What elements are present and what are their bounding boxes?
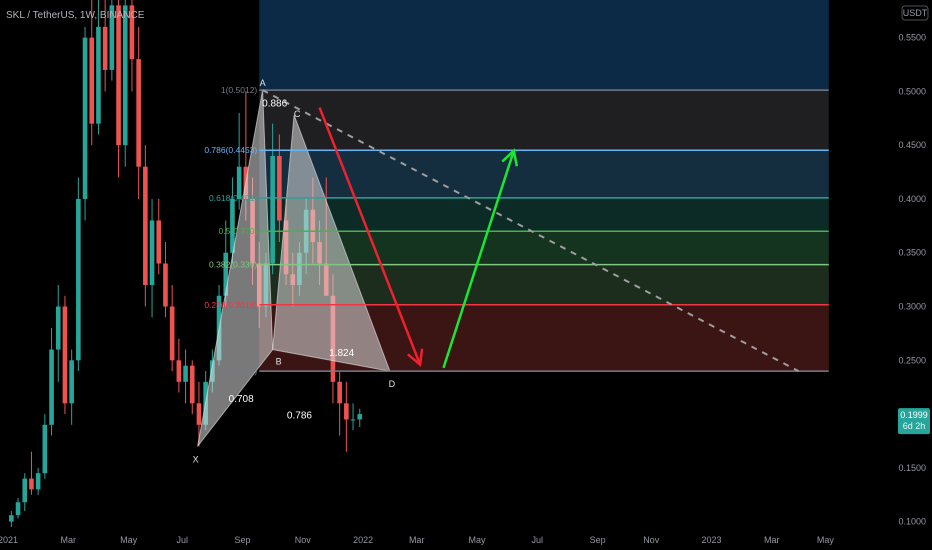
fib-level-label: 0.5(0.370) <box>219 226 258 236</box>
candle-body <box>357 414 363 420</box>
x-tick-label: Sep <box>590 535 606 545</box>
harmonic-point-label: C <box>294 109 301 119</box>
x-tick-label: 2023 <box>701 535 721 545</box>
y-tick-label: 0.1000 <box>898 517 926 527</box>
candle-body <box>169 306 175 361</box>
candle-body <box>35 473 41 490</box>
candle-body <box>116 5 121 146</box>
candle-body <box>176 360 182 382</box>
y-tick-label: 0.5000 <box>898 86 926 96</box>
fib-level-label: 1(0.5012) <box>221 85 258 95</box>
x-tick-label: Sep <box>234 535 250 545</box>
fib-zone <box>259 0 829 91</box>
y-tick-label: 0.4000 <box>898 194 926 204</box>
x-tick-label: May <box>120 535 138 545</box>
fib-zone <box>259 90 829 151</box>
candle-body <box>189 365 195 404</box>
candle-body <box>15 502 21 516</box>
ratio-label: 0.708 <box>229 394 254 405</box>
chart-title: SKL / TetherUS, 1W, BINANCE <box>6 10 145 21</box>
y-tick-label: 0.2500 <box>898 355 926 365</box>
candle-body <box>82 37 88 199</box>
x-tick-label: Nov <box>295 535 312 545</box>
time-axis[interactable]: 2021 Mar May Jul Sep Nov 2022 Mar May Jul Sep Nov 20… <box>0 535 834 545</box>
x-tick-label: 2021 <box>0 535 18 545</box>
candle-body <box>55 306 61 350</box>
candle-body <box>42 424 48 474</box>
ratio-label: 0.886 <box>262 98 287 109</box>
currency-label: USDT <box>903 8 928 18</box>
candle-body <box>62 306 68 404</box>
candle-body <box>69 360 74 404</box>
y-tick-label: 0.1500 <box>898 463 926 473</box>
x-tick-label: Jul <box>176 535 188 545</box>
currency-badge[interactable]: USDT <box>901 5 929 21</box>
fib-level-label: 0(0.2399) <box>221 366 258 376</box>
candle-body <box>102 26 108 70</box>
candle-body <box>183 365 188 382</box>
y-tick-label: 0.5500 <box>898 33 926 43</box>
fib-zone <box>259 197 829 232</box>
candle-body <box>277 155 282 221</box>
candle-body <box>350 419 356 421</box>
candle-body <box>76 198 81 361</box>
candle-body <box>149 220 155 286</box>
y-tick-label: 0.4500 <box>898 140 926 150</box>
candle-body <box>156 220 162 264</box>
candle-body <box>196 403 202 425</box>
candle-body <box>89 37 95 124</box>
harmonic-point-label: A <box>260 78 266 88</box>
last-price-value: 0.1999 <box>900 410 928 420</box>
fib-level-label: 0.786(0.4453) <box>204 145 257 155</box>
ratio-label: 1.824 <box>329 348 354 359</box>
fib-level-label: 0.618(0.401) <box>209 193 257 203</box>
harmonic-point-label: D <box>389 379 396 389</box>
candle-body <box>270 155 275 264</box>
candle-body <box>96 26 101 124</box>
candle-body <box>344 403 349 420</box>
x-tick-label: May <box>468 535 486 545</box>
candle-body <box>122 5 128 146</box>
harmonic-point-label: B <box>276 357 282 367</box>
ratio-label: 0.786 <box>287 410 312 421</box>
y-tick-label: 0.3000 <box>898 302 926 312</box>
candle-body <box>143 166 148 286</box>
x-tick-label: Mar <box>764 535 780 545</box>
x-tick-label: Jul <box>532 535 544 545</box>
last-price-label: 0.19996d 2h <box>898 408 930 435</box>
x-tick-label: Mar <box>409 535 425 545</box>
candle-body <box>337 381 342 404</box>
candle-body <box>136 59 141 167</box>
x-tick-label: May <box>817 535 835 545</box>
harmonic-point-label: X <box>193 454 199 464</box>
fib-level-label: 0.236(0.3016) <box>204 300 257 310</box>
last-price-countdown: 6d 2h <box>903 421 926 431</box>
price-chart[interactable]: X A B C D 1(0.5012) 0.786(0.4453) 0.618(0.401)… <box>0 0 932 550</box>
candle-body <box>29 478 34 490</box>
x-tick-label: Mar <box>61 535 77 545</box>
y-tick-label: 0.3500 <box>898 248 926 258</box>
x-tick-label: 2022 <box>353 535 373 545</box>
candle-body <box>9 515 14 522</box>
candle-body <box>163 263 168 307</box>
x-tick-label: Nov <box>643 535 660 545</box>
candle-body <box>49 349 54 425</box>
candle-body <box>22 478 28 503</box>
fib-level-label: 0.382(0.339) <box>209 260 257 270</box>
